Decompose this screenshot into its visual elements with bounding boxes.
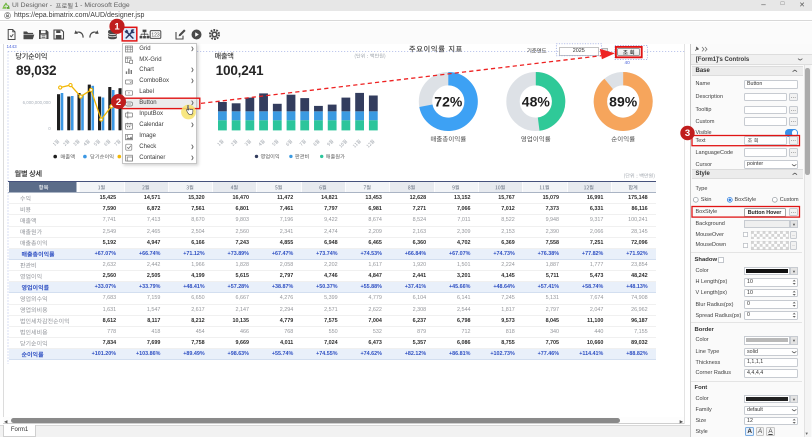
svg-text:1: 1 bbox=[114, 22, 120, 33]
svg-text:3: 3 bbox=[685, 128, 690, 139]
svg-text:2: 2 bbox=[116, 97, 121, 108]
